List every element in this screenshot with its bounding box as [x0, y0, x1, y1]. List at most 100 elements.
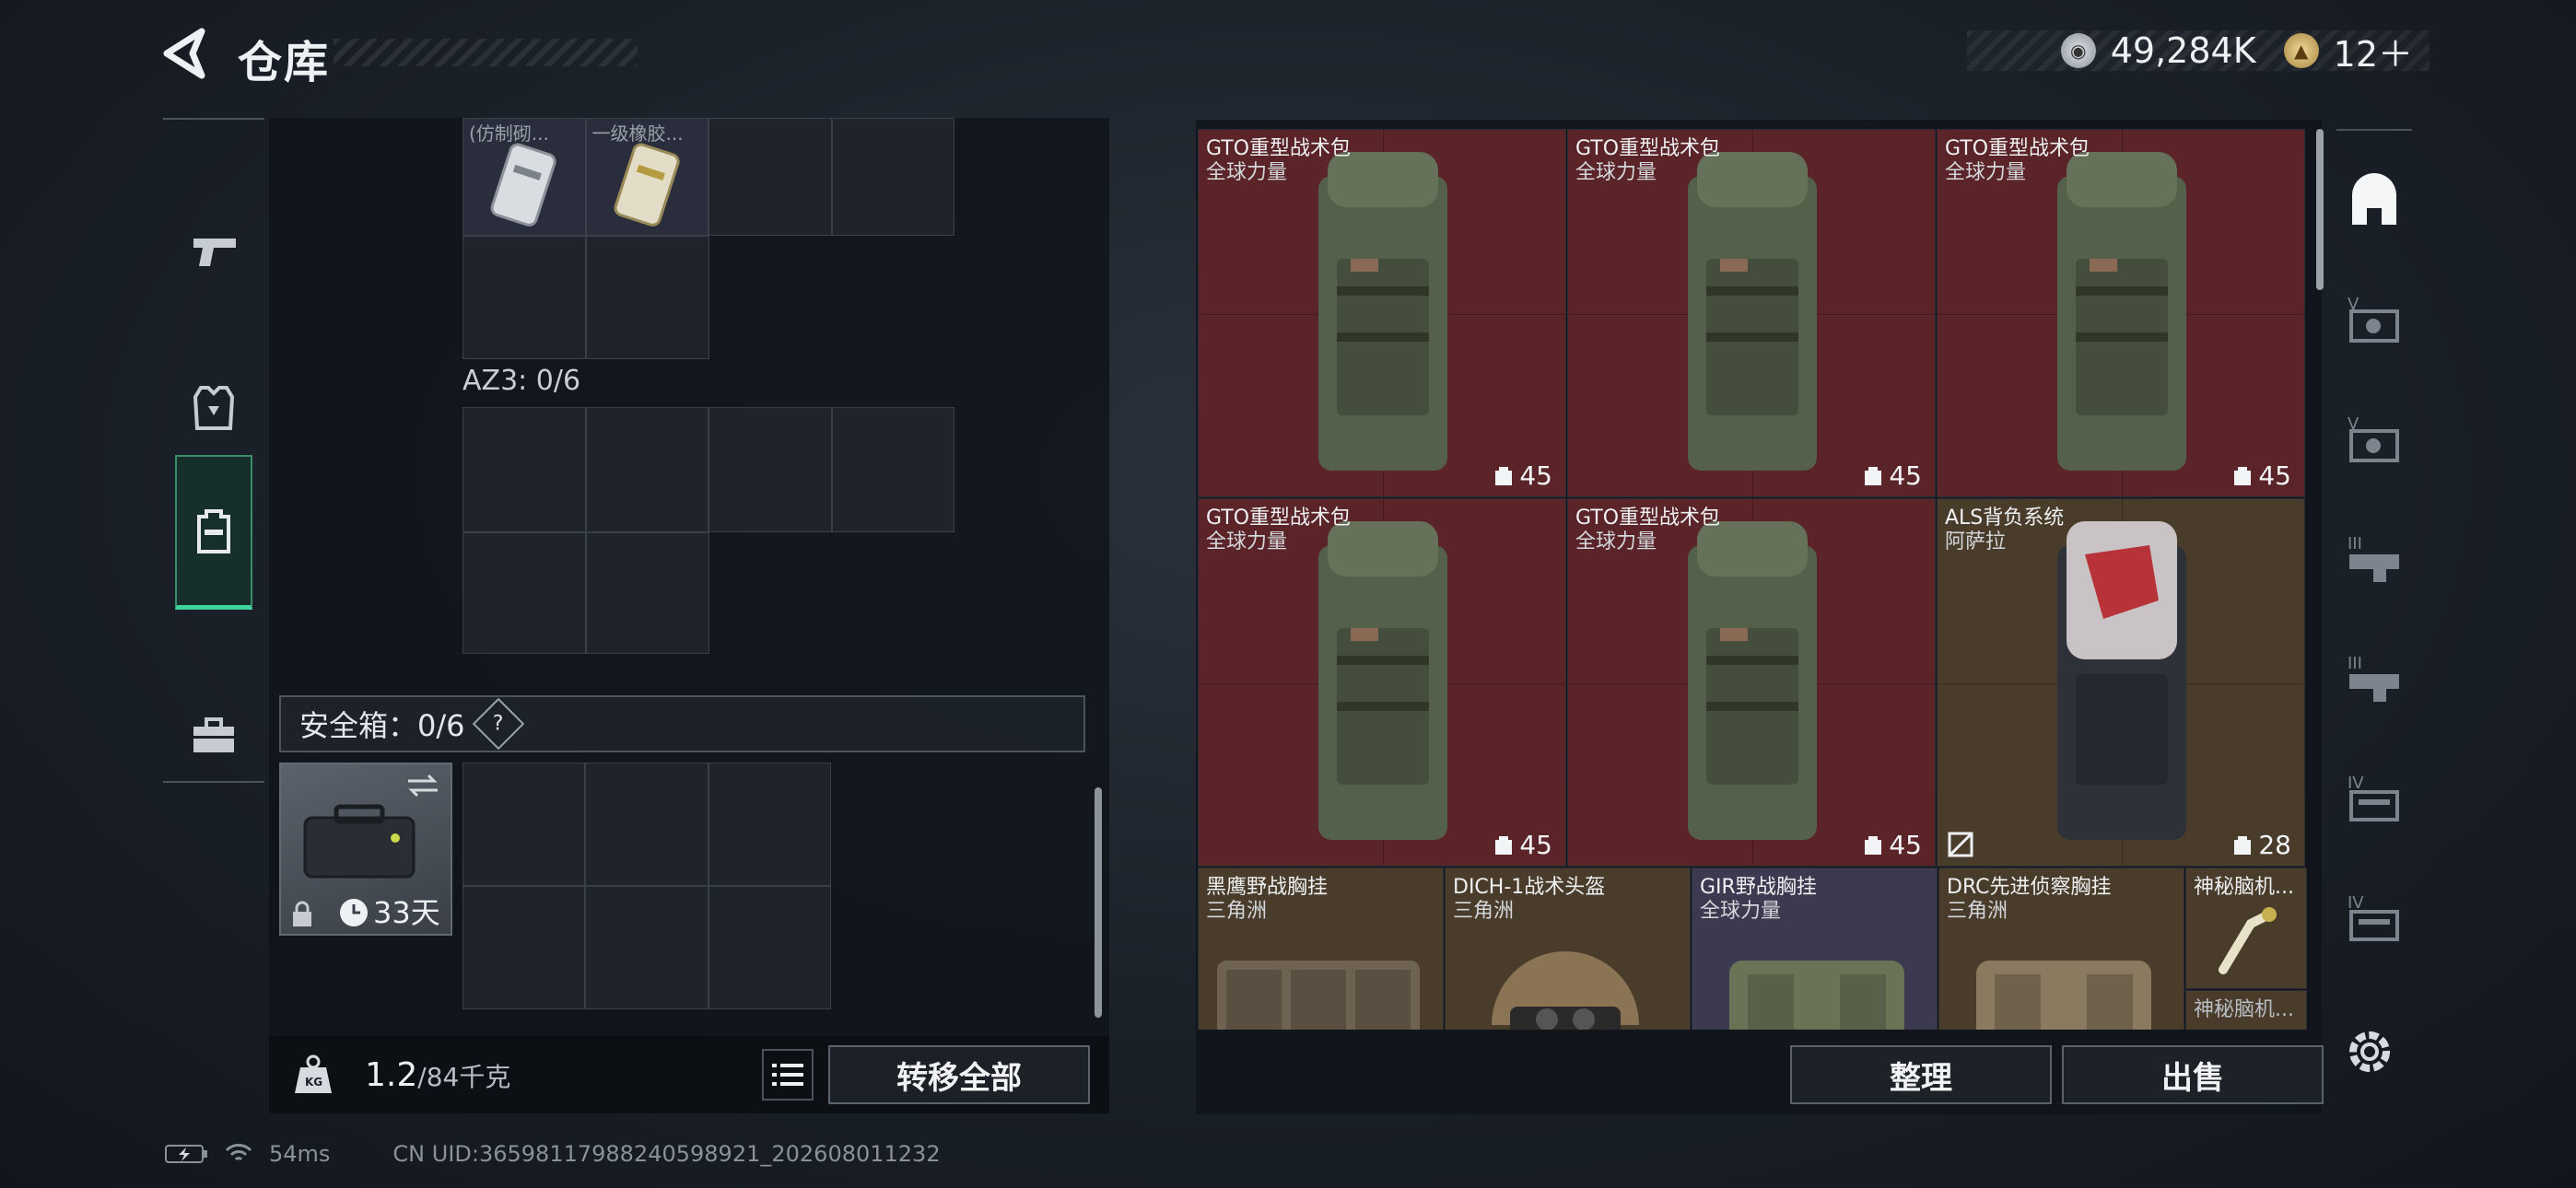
left-category-nav [163, 118, 264, 783]
capacity-value: 45 [1519, 460, 1552, 491]
safebox-days: 33天 [373, 895, 440, 930]
grid-cell[interactable] [463, 236, 586, 359]
left-scrollbar[interactable] [1095, 787, 1102, 1018]
filter-all[interactable] [2336, 149, 2412, 250]
grid-cell[interactable] [708, 886, 831, 1009]
filter-tier-5a[interactable]: V [2336, 269, 2412, 370]
item-faction: 全球力量 [1206, 530, 1288, 553]
grid-cell[interactable] [585, 886, 708, 1009]
item-name: 神秘脑机... [2194, 998, 2294, 1021]
lock-icon [293, 901, 311, 926]
capacity-value: 45 [2258, 460, 2291, 491]
item-faction: 全球力量 [1945, 161, 2027, 184]
svg-text:KG: KG [305, 1076, 322, 1089]
filter-tier-4a[interactable]: IV [2336, 748, 2412, 849]
sort-button[interactable]: 整理 [1790, 1045, 2052, 1104]
grid-cell[interactable] [708, 763, 831, 886]
question-icon: ? [492, 712, 504, 736]
capacity-value: 45 [1889, 460, 1922, 491]
capacity-icon [2234, 466, 2252, 485]
tier-v-icon: V [2348, 295, 2399, 343]
gold-coin-icon: ▲ [2283, 33, 2319, 68]
tier-v-icon: V [2348, 414, 2399, 462]
grid-cell[interactable] [586, 236, 709, 359]
nav-supplies[interactable] [163, 658, 264, 814]
chest-rig-image [1217, 961, 1420, 1030]
chest-rig-image [1729, 961, 1904, 1030]
right-scrollbar[interactable] [2316, 129, 2324, 290]
grid-cell[interactable] [831, 407, 954, 532]
container-grid-top: (仿制砌... 一级橡胶... [463, 118, 954, 236]
item-faction: 三角洲 [1453, 900, 1515, 923]
list-view-button[interactable] [762, 1049, 814, 1101]
silver-coin-icon: ◉ [2060, 33, 2096, 68]
status-bar: 54ms CN UID:3659811798824059892​1_202608… [164, 1138, 941, 1170]
settings-button[interactable] [2342, 1024, 2397, 1079]
safebox-header: 安全箱：0/6 ? [279, 695, 1085, 752]
filter-tier-3b[interactable]: III [2336, 628, 2412, 729]
grid-cell[interactable] [463, 532, 586, 654]
inventory-item[interactable]: 黑鹰野战胸挂 三角洲 [1198, 868, 1444, 1030]
inventory-item[interactable]: GTO重型战术包 全球力量 45 [1567, 129, 1936, 497]
item-name: 神秘脑机... [2194, 876, 2294, 899]
capacity-value: 28 [2258, 830, 2291, 860]
grid-cell[interactable] [708, 407, 832, 532]
item-faction: 全球力量 [1575, 530, 1657, 553]
help-button[interactable]: ? [472, 697, 524, 751]
backpack-icon [197, 508, 230, 553]
capacity-icon [1865, 835, 1882, 855]
tier-iii-icon: III [2348, 534, 2399, 582]
filter-tier-4b[interactable]: IV [2336, 868, 2412, 969]
inventory-item[interactable]: GTO重型战术包 全球力量 45 [1567, 498, 1936, 867]
silver-amount: 49,284K [2110, 30, 2256, 71]
toolbox-icon [193, 717, 234, 752]
list-icon [772, 1064, 803, 1086]
item-faction: 阿萨拉 [1945, 530, 2007, 553]
grid-cell[interactable] [463, 763, 586, 886]
grid-item-2[interactable]: 一级橡胶... [585, 118, 708, 236]
capacity: 45 [2232, 460, 2291, 491]
capacity: 45 [1493, 460, 1552, 491]
filter-tier-5b[interactable]: V [2336, 389, 2412, 490]
battery-icon [165, 1145, 207, 1163]
weight-bar: KG 1.2/84千克 转移全部 [269, 1036, 1109, 1113]
inventory-item[interactable]: GTO重型战术包 全球力量 45 [1198, 498, 1566, 867]
back-button[interactable] [161, 28, 207, 79]
uid-text: CN UID:3659811798824059892​1_20260801123… [392, 1141, 941, 1167]
grid-cell[interactable] [585, 763, 708, 886]
inventory-item[interactable]: DRC先进侦察胸挂 三角洲 [1938, 868, 2184, 1030]
safebox-item[interactable]: 33天 [279, 763, 452, 936]
right-filter-nav: V V III III IV IV [2336, 129, 2412, 1004]
capacity: 45 [1863, 460, 1922, 491]
nav-backpack[interactable] [175, 455, 252, 610]
grid-cell[interactable] [708, 118, 832, 236]
item-faction: 三角洲 [1947, 900, 2008, 923]
gold-amount[interactable]: 12＋ [2334, 26, 2413, 76]
nav-weapons[interactable] [163, 173, 264, 330]
sell-button[interactable]: 出售 [2062, 1045, 2324, 1104]
grid-cell[interactable] [831, 118, 954, 236]
filter-tier-3a[interactable]: III [2336, 508, 2412, 610]
capacity-icon [1495, 835, 1513, 855]
inventory-item[interactable]: 神秘脑机... [2185, 990, 2307, 1030]
currency-bar: ◉ 49,284K ▲ 12＋ [1967, 30, 2430, 75]
transfer-all-button[interactable]: 转移全部 [828, 1045, 1090, 1104]
gear-icon [2349, 1031, 2390, 1072]
tier-label: III [2348, 654, 2362, 673]
inventory-item[interactable]: 神秘脑机... [2185, 868, 2307, 989]
grid-cell[interactable] [585, 407, 708, 532]
inventory-item[interactable]: GIR野战胸挂 全球力量 [1692, 868, 1938, 1030]
backpack-image [2057, 521, 2186, 840]
weight-current: 1.2 [365, 1055, 418, 1094]
inventory-item[interactable]: GTO重型战术包 全球力量 45 [1198, 129, 1566, 497]
inventory-item[interactable]: DICH-1战术头盔 三角洲 [1445, 868, 1691, 1030]
grid-item-1[interactable]: (仿制砌... [463, 118, 586, 236]
armor-icon [193, 386, 234, 430]
inventory-item[interactable]: GTO重型战术包 全球力量 45 [1937, 129, 2305, 497]
grid-cell[interactable] [463, 407, 586, 532]
backpack-image [1318, 521, 1447, 840]
inventory-item[interactable]: ALS背负系统 阿萨拉 28 [1937, 498, 2305, 867]
grid-cell[interactable] [463, 886, 586, 1009]
grid-cell[interactable] [586, 532, 709, 654]
weight-text: 1.2/84千克 [365, 1056, 510, 1094]
